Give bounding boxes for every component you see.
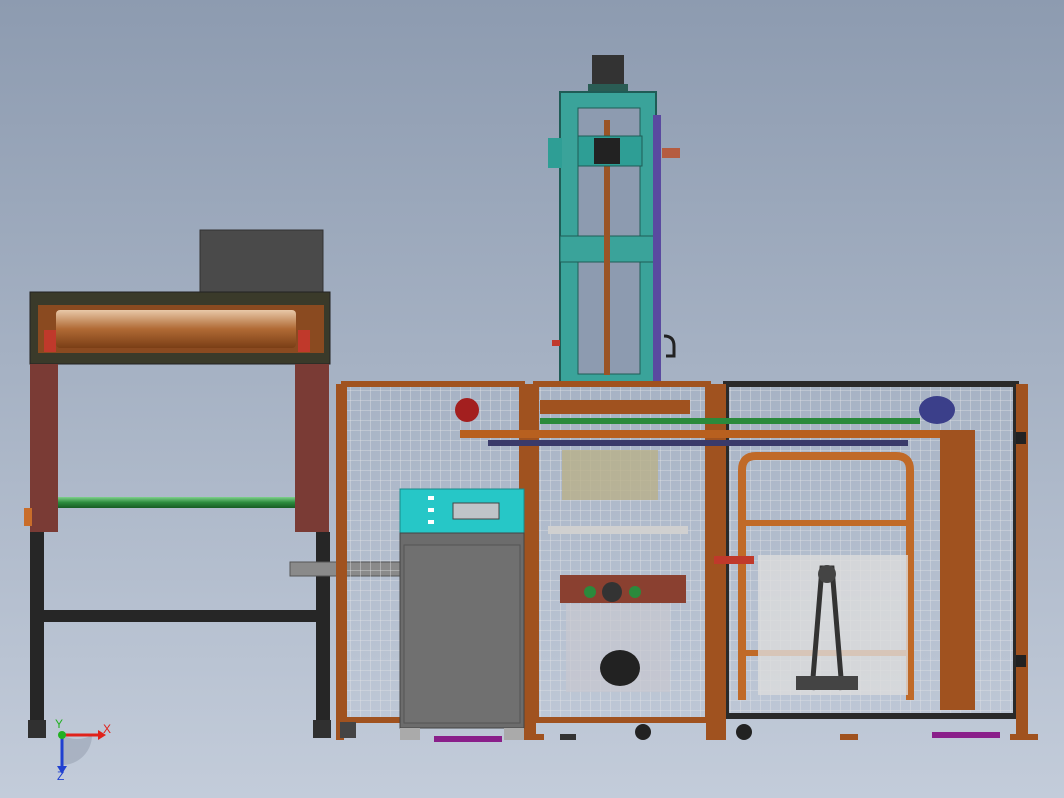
axis-label-x: X <box>103 722 111 736</box>
assembly-drawing[interactable]: X Y Z <box>0 0 1064 798</box>
top-hopper-box[interactable] <box>199 229 324 295</box>
green-roller-bar[interactable] <box>58 497 295 508</box>
conveyor-roller[interactable] <box>56 310 296 348</box>
control-cabinet[interactable] <box>399 488 525 740</box>
axis-label-z: Z <box>57 769 64 783</box>
left-leg-brown <box>30 364 58 532</box>
guide-rail <box>653 115 661 385</box>
coordinate-triad-icon <box>57 730 106 774</box>
hmi-display[interactable] <box>452 502 500 520</box>
right-leg-brown <box>295 364 329 532</box>
axis-label-y: Y <box>55 717 63 731</box>
servo-motor-icon <box>592 55 624 89</box>
cad-3d-viewport[interactable]: X Y Z <box>0 0 1064 798</box>
motor-navy <box>919 396 955 424</box>
black-leg-left <box>30 532 44 722</box>
red-pulley <box>455 398 479 422</box>
black-leg-right <box>316 532 330 722</box>
lift-tower[interactable] <box>548 55 680 385</box>
black-crossbar <box>30 610 320 622</box>
